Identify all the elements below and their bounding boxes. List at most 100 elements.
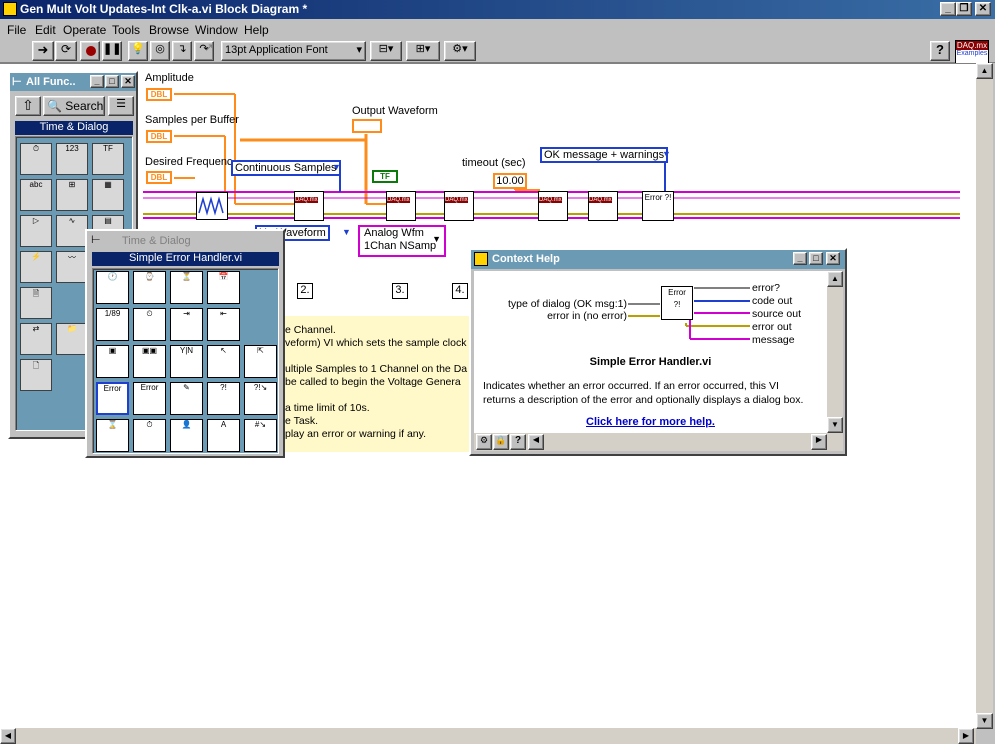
- abort-icon[interactable]: [80, 41, 100, 61]
- restore-button[interactable]: ❐: [956, 2, 972, 16]
- close-button[interactable]: ✕: [975, 2, 991, 16]
- merge-errors-icon[interactable]: ?!↘: [244, 382, 277, 415]
- time-dialog-subpalette[interactable]: ⊢ Time & Dialog Simple Error Handler.vi …: [85, 229, 285, 458]
- user-input-icon[interactable]: A: [207, 419, 240, 452]
- distribute-objects-icon[interactable]: ⊞▾: [406, 41, 440, 61]
- array-icon[interactable]: ⊞: [56, 179, 88, 211]
- up-arrow-icon[interactable]: ⇧: [15, 96, 41, 116]
- connectivity-icon[interactable]: 📁: [56, 323, 88, 355]
- pin-icon[interactable]: ⊢: [12, 75, 22, 88]
- scroll-down-icon[interactable]: ▼: [827, 417, 843, 433]
- run-continuously-icon[interactable]: ⟳: [55, 41, 77, 61]
- highlight-execution-icon[interactable]: 💡: [128, 41, 148, 61]
- scroll-up-icon[interactable]: ▲: [976, 63, 993, 79]
- structures-icon[interactable]: ▷: [20, 215, 52, 247]
- vertical-scrollbar[interactable]: ▲ ▼: [976, 63, 993, 729]
- string-icon[interactable]: abc: [20, 179, 52, 211]
- analysis-icon[interactable]: 〰: [56, 251, 88, 283]
- wait-multiple-icon[interactable]: ⏳: [170, 271, 203, 304]
- menu-browse[interactable]: Browse: [149, 23, 189, 37]
- context-help-vscroll[interactable]: ▲ ▼: [827, 271, 843, 433]
- user-prompt-icon[interactable]: 👤: [170, 419, 203, 452]
- lock-icon[interactable]: 🔒: [493, 434, 509, 450]
- scroll-left-icon[interactable]: ◀: [528, 434, 544, 450]
- find-first-error-icon[interactable]: ?!: [207, 382, 240, 415]
- scroll-left-icon[interactable]: ◀: [0, 728, 16, 744]
- scroll-right-icon[interactable]: ▶: [958, 728, 974, 744]
- daqmx-start-node[interactable]: DAQ.mx: [444, 191, 474, 221]
- tick-count-icon[interactable]: 🕐: [96, 271, 129, 304]
- output-waveform-indicator[interactable]: [352, 119, 382, 133]
- date-to-seconds-icon[interactable]: ⇥: [170, 308, 203, 341]
- close-button[interactable]: ✕: [826, 252, 840, 265]
- horizontal-scrollbar[interactable]: ◀ ▶: [0, 728, 976, 744]
- context-help-window[interactable]: Context Help _ □ ✕ type of dialog (OK ms…: [469, 248, 847, 456]
- scroll-up-icon[interactable]: ▲: [827, 271, 843, 287]
- instrument-io-icon[interactable]: ⚡: [20, 251, 52, 283]
- amplitude-control[interactable]: DBL: [146, 88, 172, 101]
- palette-options-icon[interactable]: ☰: [108, 96, 134, 116]
- dialog-type-enum[interactable]: OK message + warnings: [540, 147, 669, 163]
- seconds-to-date-icon[interactable]: ⏲: [133, 308, 166, 341]
- timeout-constant[interactable]: 10.00: [493, 173, 527, 189]
- step-out-icon[interactable]: ↗: [199, 41, 219, 61]
- diagram-comment[interactable]: e Channel. veform) VI which sets the sam…: [283, 316, 473, 452]
- desired-frequency-control[interactable]: DBL: [146, 171, 172, 184]
- menu-file[interactable]: File: [7, 23, 26, 37]
- maximize-button[interactable]: □: [105, 75, 119, 88]
- error-handler-node[interactable]: Error ?!: [642, 191, 674, 221]
- reorder-objects-icon[interactable]: ⚙▾: [444, 41, 476, 61]
- error-ring-icon[interactable]: #↘: [244, 419, 277, 452]
- menu-window[interactable]: Window: [195, 23, 238, 37]
- daqmx-write-node[interactable]: DAQ.mx: [386, 191, 416, 221]
- scroll-down-icon[interactable]: ▼: [976, 713, 993, 729]
- pin-icon[interactable]: ⊢: [91, 233, 101, 246]
- minimize-button[interactable]: _: [90, 75, 104, 88]
- sample-mode-enum[interactable]: Continuous Samples: [231, 160, 341, 176]
- time-format-icon[interactable]: ⇤: [207, 308, 240, 341]
- two-button-dialog-icon[interactable]: ▣▣: [133, 345, 166, 378]
- menu-edit[interactable]: Edit: [35, 23, 56, 37]
- enum-dropdown-icon[interactable]: ▼: [662, 149, 671, 159]
- show-optional-terminals-icon[interactable]: ⚙: [476, 434, 492, 450]
- boolean-tf-constant[interactable]: TF: [372, 170, 398, 183]
- help-icon[interactable]: ?: [930, 41, 950, 61]
- timer-icon[interactable]: ⏱: [133, 419, 166, 452]
- simple-error-handler-icon[interactable]: Error: [96, 382, 129, 415]
- detailed-help-icon[interactable]: ?: [510, 434, 526, 450]
- search-button[interactable]: 🔍 Search: [43, 96, 105, 116]
- set-cursor-icon[interactable]: ↖: [207, 345, 240, 378]
- align-objects-icon[interactable]: ⊟▾: [370, 41, 402, 61]
- three-button-dialog-icon[interactable]: Y|N: [170, 345, 203, 378]
- retain-wire-values-icon[interactable]: ◎: [150, 41, 170, 61]
- format-date-icon[interactable]: 1/89: [96, 308, 129, 341]
- date-time-icon[interactable]: 📅: [207, 271, 240, 304]
- time-icon[interactable]: ⏱: [20, 143, 52, 175]
- wait-icon[interactable]: ⌚: [133, 271, 166, 304]
- enum-dropdown-icon[interactable]: ▼: [332, 162, 341, 172]
- minimize-button[interactable]: _: [793, 252, 807, 265]
- enum-dropdown-icon[interactable]: ▼: [342, 227, 351, 237]
- busy-cursor-icon[interactable]: ⇱: [244, 345, 277, 378]
- minimize-button[interactable]: _: [940, 2, 956, 16]
- select-vi-icon[interactable]: 🗋: [20, 359, 52, 391]
- menu-operate[interactable]: Operate: [63, 23, 106, 37]
- general-error-handler-icon[interactable]: Error: [133, 382, 166, 415]
- file-io-icon[interactable]: 🗎: [20, 287, 52, 319]
- daqmx-wait-node[interactable]: DAQ.mx: [538, 191, 568, 221]
- run-arrow-icon[interactable]: ➜: [32, 41, 54, 61]
- menu-help[interactable]: Help: [244, 23, 269, 37]
- waveform-icon[interactable]: ∿: [56, 215, 88, 247]
- comm-icon[interactable]: ⇄: [20, 323, 52, 355]
- menu-tools[interactable]: Tools: [112, 23, 140, 37]
- cluster-icon[interactable]: ▦: [92, 179, 124, 211]
- font-selector[interactable]: 13pt Application Font ▾: [221, 41, 366, 61]
- step-into-icon[interactable]: ↴: [172, 41, 192, 61]
- pause-icon[interactable]: ❚❚: [102, 41, 122, 61]
- more-help-link[interactable]: Click here for more help.: [474, 416, 827, 428]
- timed-loop-icon[interactable]: ⌛: [96, 419, 129, 452]
- daqmx-timing-node[interactable]: DAQ.mx: [294, 191, 324, 221]
- daqmx-clear-node[interactable]: DAQ.mx: [588, 191, 618, 221]
- clear-errors-icon[interactable]: ✎: [170, 382, 203, 415]
- numeric-icon[interactable]: 123: [56, 143, 88, 175]
